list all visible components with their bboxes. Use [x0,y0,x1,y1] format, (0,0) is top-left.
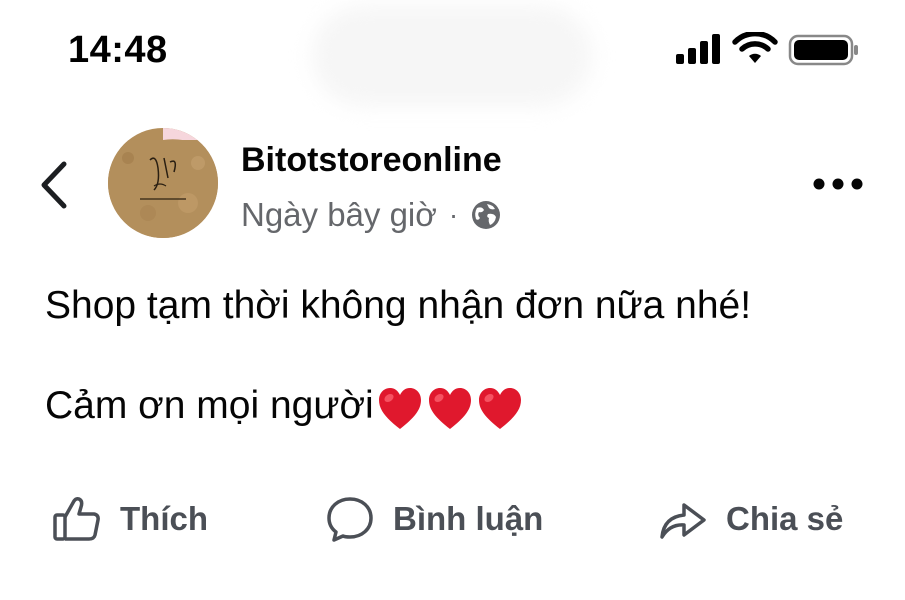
thumbs-up-icon [53,497,100,541]
post-text-line: Shop tạm thời không nhận đơn nữa nhé! [45,284,752,327]
heart-emoji-icon [478,387,521,429]
more-options-icon[interactable] [812,176,864,192]
page-avatar[interactable] [108,128,218,238]
heart-emoji-group [376,385,526,431]
heart-emoji-icon [428,387,471,429]
share-arrow-icon [660,503,706,539]
share-label: Chia sẻ [726,500,844,537]
page-name[interactable]: Bitotstoreonline [241,138,502,182]
store-logo-image [108,128,218,238]
back-chevron-icon[interactable] [36,158,72,212]
cellular-signal-icon [676,34,720,64]
status-time: 14:48 [68,29,168,71]
heart-emoji-icon [378,387,421,429]
comment-button[interactable]: Bình luận [325,495,543,543]
status-bar-blur [312,6,592,106]
comment-bubble-icon [327,497,373,542]
comment-label: Bình luận [393,500,544,537]
meta-separator: · [448,199,459,230]
post-text-thanks: Cảm ơn mọi người [45,384,374,427]
wifi-icon [732,32,778,63]
post-text-line: Cảm ơn mọi người [45,382,526,431]
globe-icon [472,201,501,229]
like-label: Thích [120,500,208,537]
like-button[interactable]: Thích [52,495,208,543]
post-meta: Ngày bây giờ · [241,193,502,237]
post-timestamp[interactable]: Ngày bây giờ [241,193,437,237]
share-button[interactable]: Chia sẻ [658,495,843,543]
battery-icon [788,34,858,66]
